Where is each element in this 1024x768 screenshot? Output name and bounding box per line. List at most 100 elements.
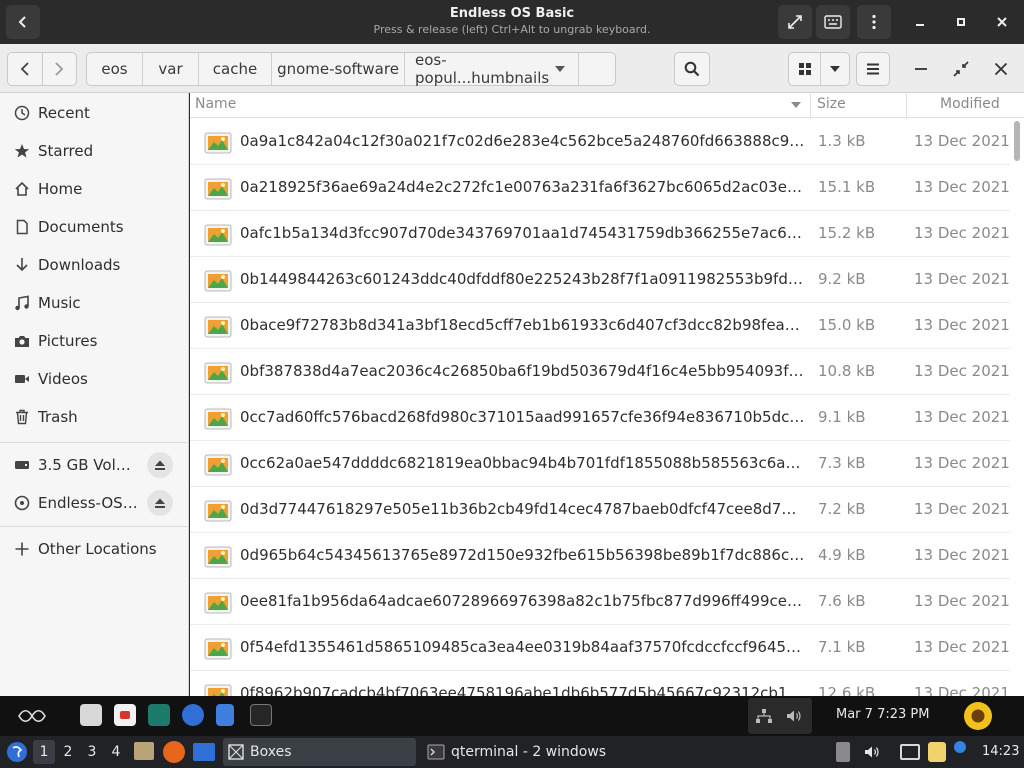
breadcrumb-item-current[interactable]: eos-popul...humbnails	[405, 51, 579, 87]
sidebar-item-music[interactable]: Music	[0, 284, 188, 322]
file-name: 0afc1b5a134d3fcc907d70de343769701aa1d745…	[240, 224, 805, 242]
music-icon	[14, 295, 30, 311]
vertical-scrollbar[interactable]	[1014, 121, 1020, 161]
sidebar-item-volume[interactable]: 3.5 GB Volu...	[0, 446, 188, 484]
workspace-1[interactable]: 1	[33, 740, 55, 764]
image-file-icon	[204, 500, 232, 522]
file-row[interactable]: 0cc62a0ae547ddddc6821819ea0bbac94b4b701f…	[190, 441, 1010, 487]
grid-view-button[interactable]	[789, 53, 821, 85]
breadcrumb-item[interactable]: gnome-software	[272, 53, 405, 85]
sidebar-item-other-locations[interactable]: Other Locations	[0, 530, 188, 568]
sunflower-icon[interactable]	[962, 700, 994, 732]
window-restore-button[interactable]	[944, 52, 978, 86]
window-minimize-button[interactable]	[904, 52, 938, 86]
file-modified: 13 Dec 2021	[914, 592, 1010, 610]
file-row[interactable]: 0d3d77447618297e505e11b36b2cb49fd14cec47…	[190, 487, 1010, 533]
taskbar-clock[interactable]: 14:23	[982, 744, 1019, 759]
file-row[interactable]: 0d965b64c54345613765e8972d150e932fbe615b…	[190, 533, 1010, 579]
vm-close-button[interactable]	[985, 5, 1019, 39]
folder-launcher-icon[interactable]	[193, 743, 215, 761]
start-menu-icon[interactable]	[6, 741, 28, 763]
file-name: 0f8962b907cadcb4bf7063ee4758196abe1db6b5…	[240, 684, 805, 696]
vm-minimize-button[interactable]	[903, 5, 937, 39]
minimize-icon	[915, 68, 927, 70]
sidebar-item-documents[interactable]: Documents	[0, 208, 188, 246]
helper-app-icon[interactable]	[148, 704, 170, 726]
view-options-button[interactable]	[821, 53, 849, 85]
terminal-icon[interactable]	[250, 704, 272, 726]
breadcrumb: eos var cache gnome-software eos-popul..…	[86, 51, 616, 87]
file-row[interactable]: 0cc7ad60ffc576bacd268fd980c371015aad9916…	[190, 395, 1010, 441]
image-file-icon	[204, 224, 232, 246]
breadcrumb-item[interactable]: eos	[87, 53, 143, 85]
column-header-modified[interactable]: Modified	[940, 96, 1000, 112]
file-size: 7.6 kB	[818, 592, 866, 610]
network-icon[interactable]	[756, 709, 772, 723]
search-button[interactable]	[674, 52, 710, 86]
breadcrumb-item[interactable]: cache	[199, 53, 272, 85]
workspace-4[interactable]: 4	[105, 740, 127, 764]
workspace-2[interactable]: 2	[57, 740, 79, 764]
chevron-left-icon	[20, 62, 29, 76]
display-icon[interactable]	[900, 744, 920, 760]
file-size: 15.1 kB	[818, 178, 876, 196]
column-header-size[interactable]: Size	[817, 96, 846, 112]
clock-icon	[14, 105, 30, 121]
sidebar-item-home[interactable]: Home	[0, 170, 188, 208]
back-button[interactable]	[8, 53, 42, 85]
file-manager-launcher-icon[interactable]	[134, 742, 154, 760]
column-header-name[interactable]: Name	[195, 96, 236, 112]
file-modified: 13 Dec 2021	[914, 408, 1010, 426]
keyboard-button[interactable]	[816, 5, 850, 39]
sidebar-item-recent[interactable]: Recent	[0, 94, 188, 132]
file-row[interactable]: 0a9a1c842a04c12f30a021f7c02d6e283e4c562b…	[190, 119, 1010, 165]
file-row[interactable]: 0a218925f36ae69a24d4e2c272fc1e00763a231f…	[190, 165, 1010, 211]
clipboard-icon[interactable]	[836, 742, 850, 762]
sidebar-separator	[0, 442, 188, 443]
sidebar-item-disc[interactable]: Endless-OS-...	[0, 484, 188, 522]
file-name: 0bace9f72783b8d341a3bf18ecd5cff7eb1b6193…	[240, 316, 805, 334]
chromium-icon[interactable]	[182, 704, 204, 726]
document-app-icon[interactable]	[216, 704, 234, 726]
file-row[interactable]: 0ee81fa1b956da64adcae60728966976398a82c1…	[190, 579, 1010, 625]
eject-button[interactable]	[147, 490, 173, 516]
volume-icon[interactable]	[864, 745, 880, 759]
file-modified: 13 Dec 2021	[914, 500, 1010, 518]
sidebar-item-label: Downloads	[38, 256, 121, 274]
file-row[interactable]: 0bace9f72783b8d341a3bf18ecd5cff7eb1b6193…	[190, 303, 1010, 349]
vm-maximize-button[interactable]	[944, 5, 978, 39]
sidebar-item-pictures[interactable]: Pictures	[0, 322, 188, 360]
eject-button[interactable]	[147, 452, 173, 478]
dock-clock[interactable]: Mar 7 7:23 PM	[836, 707, 929, 722]
workspace-3[interactable]: 3	[81, 740, 103, 764]
vm-menu-button[interactable]	[857, 5, 891, 39]
info-badge-icon[interactable]	[954, 741, 966, 753]
notes-icon[interactable]	[928, 742, 946, 762]
endless-logo-icon[interactable]	[17, 708, 47, 724]
fullscreen-button[interactable]	[778, 5, 812, 39]
forward-button[interactable]	[41, 53, 77, 85]
firefox-launcher-icon[interactable]	[163, 741, 185, 763]
window-close-button[interactable]	[984, 52, 1018, 86]
file-modified: 13 Dec 2021	[914, 546, 1010, 564]
file-row[interactable]: 0afc1b5a134d3fcc907d70de343769701aa1d745…	[190, 211, 1010, 257]
app-center-icon[interactable]	[114, 704, 136, 726]
sidebar-item-downloads[interactable]: Downloads	[0, 246, 188, 284]
file-row[interactable]: 0f54efd1355461d5865109485ca3ea4ee0319b84…	[190, 625, 1010, 671]
files-app-icon[interactable]	[80, 704, 102, 726]
file-row[interactable]: 0bf387838d4a7eac2036c4c26850ba6f19bd5036…	[190, 349, 1010, 395]
keyboard-icon	[824, 15, 842, 29]
file-row[interactable]: 0b1449844263c601243ddc40dfddf80e225243b2…	[190, 257, 1010, 303]
sidebar-item-trash[interactable]: Trash	[0, 398, 188, 436]
file-size: 1.3 kB	[818, 132, 866, 150]
sidebar-item-starred[interactable]: Starred	[0, 132, 188, 170]
breadcrumb-item[interactable]: var	[143, 53, 199, 85]
file-row[interactable]: 0f8962b907cadcb4bf7063ee4758196abe1db6b5…	[190, 671, 1010, 696]
sidebar-item-videos[interactable]: Videos	[0, 360, 188, 398]
file-modified: 13 Dec 2021	[914, 454, 1010, 472]
sidebar-item-label: Music	[38, 294, 81, 312]
volume-icon[interactable]	[786, 709, 802, 723]
task-qterminal[interactable]: qterminal - 2 windows	[422, 738, 622, 766]
task-boxes[interactable]: Boxes	[223, 738, 416, 766]
main-menu-button[interactable]	[856, 52, 890, 86]
